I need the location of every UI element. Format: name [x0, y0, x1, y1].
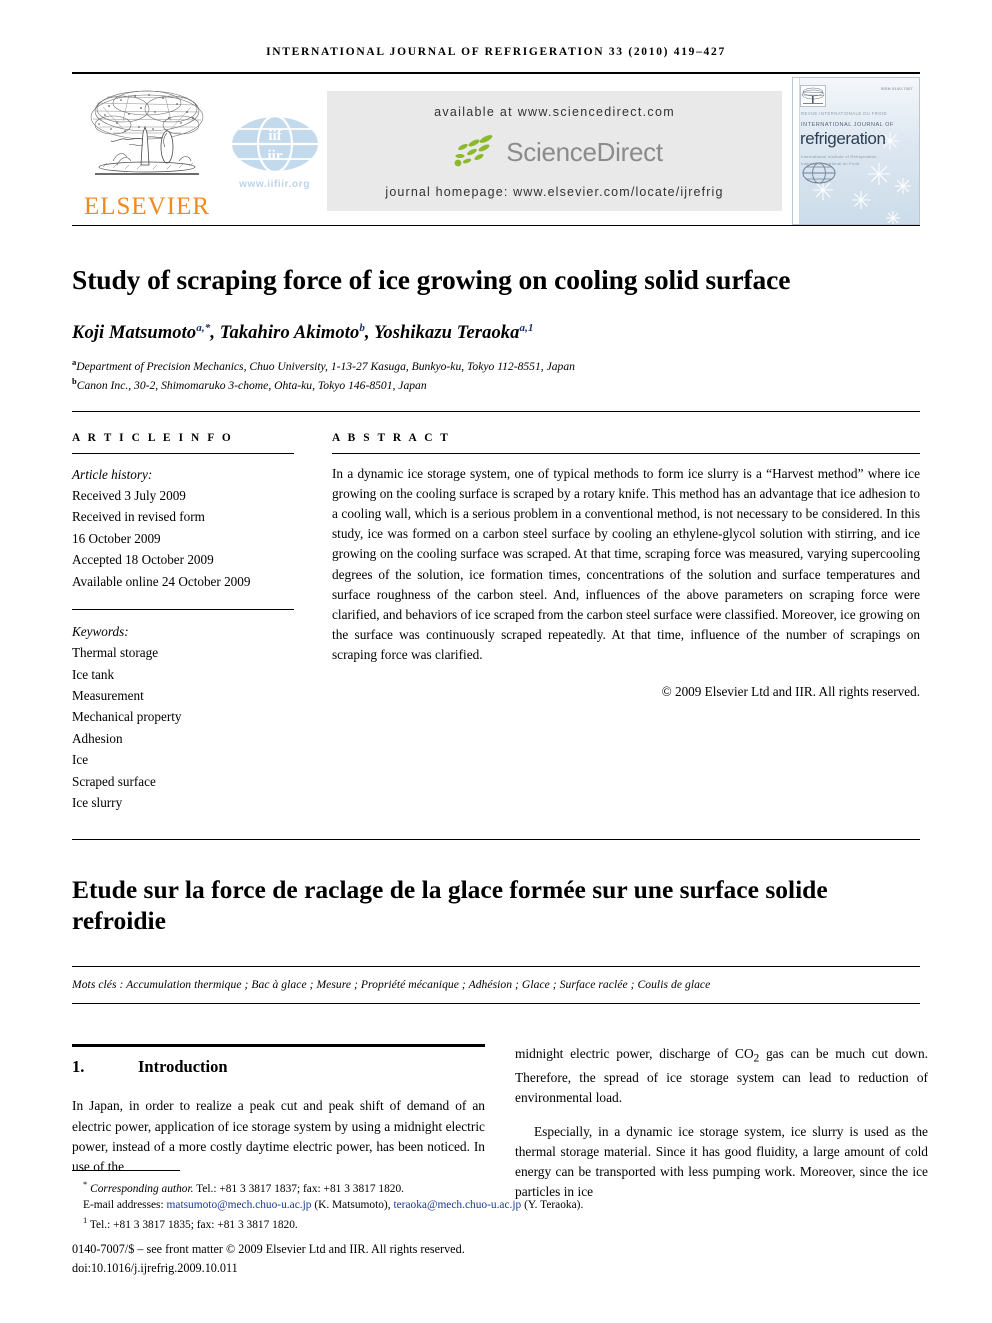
doi-line: doi:10.1016/j.ijrefrig.2009.10.011	[72, 1260, 238, 1275]
section-heading-rule	[72, 1044, 485, 1048]
cover-revue-line: REVUE INTERNATIONALE DU FROID	[801, 111, 888, 116]
journal-homepage-text: journal homepage: www.elsevier.com/locat…	[385, 185, 724, 199]
affiliation-b: bCanon Inc., 30-2, Shimomaruko 3-chome, …	[72, 375, 920, 394]
abstract-text: In a dynamic ice storage system, one of …	[332, 465, 920, 663]
footnote-rule	[72, 1169, 180, 1171]
globe-icon: iif iir	[229, 114, 320, 174]
sciencedirect-banner: available at www.sciencedirect.com Scien…	[327, 91, 782, 211]
footnote-corresponding: * Corresponding author. Tel.: +81 3 3817…	[72, 1178, 920, 1197]
corresponding-author-tel: Tel.: +81 3 3817 1837; fax: +81 3 3817 1…	[193, 1182, 405, 1195]
email-link-matsumoto[interactable]: matsumoto@mech.chuo-u.ac.jp	[167, 1199, 312, 1211]
affiliation-b-text: Canon Inc., 30-2, Shimomaruko 3-chome, O…	[76, 378, 427, 392]
intro-paragraph-left: In Japan, in order to realize a peak cut…	[72, 1098, 485, 1174]
email-link-teraoka[interactable]: teraoka@mech.chuo-u.ac.jp	[393, 1199, 521, 1211]
footnotes: * Corresponding author. Tel.: +81 3 3817…	[72, 1169, 920, 1277]
article-info-column: A R T I C L E I N F O Article history: R…	[72, 432, 294, 814]
keyword-item: Mechanical property	[72, 709, 182, 725]
sciencedirect-logo: ScienceDirect	[446, 132, 663, 172]
email-owner-2: (Y. Teraoka).	[524, 1199, 584, 1212]
article-info-heading: A R T I C L E I N F O	[72, 431, 234, 444]
author-1-marker: a,*	[196, 322, 211, 335]
history-item: Received 3 July 2009	[72, 488, 186, 503]
author-list: Koji Matsumotoa,*, Takahiro Akimotob, Yo…	[72, 322, 534, 344]
keywords-rule	[72, 608, 294, 610]
history-item: 16 October 2009	[72, 530, 161, 546]
elsevier-wordmark: ELSEVIER	[83, 193, 211, 220]
running-head: INTERNATIONAL JOURNAL OF REFRIGERATION 3…	[266, 46, 726, 58]
affiliation-a: aDepartment of Precision Mechanics, Chuo…	[72, 356, 920, 375]
cover-elsevier-logo-icon	[800, 85, 826, 107]
email-owner-1: (K. Matsumoto),	[314, 1199, 391, 1212]
section-number: 1.	[72, 1057, 85, 1077]
elsevier-logo: ELSEVIER	[72, 77, 222, 225]
abstract-bottom-divider	[72, 839, 920, 841]
issn-frontmatter-line: 0140-7007/$ – see front matter © 2009 El…	[72, 1242, 465, 1257]
elsevier-tree-icon	[86, 83, 208, 183]
author-3: Yoshikazu Teraoka	[374, 323, 520, 344]
corresponding-author-label: Corresponding author.	[90, 1182, 194, 1195]
abstract-rule	[332, 452, 920, 454]
abstract-column: A B S T R A C T In a dynamic ice storage…	[332, 432, 920, 814]
iifiir-logo: iif iir www.iifiir.org	[222, 77, 327, 225]
affiliation-a-text: Department of Precision Mechanics, Chuo …	[76, 359, 575, 373]
cover-iir-globe-icon	[802, 162, 836, 184]
section-heading: 1. Introduction	[72, 1057, 485, 1077]
svg-text:iir: iir	[267, 148, 282, 164]
info-abstract-section: A R T I C L E I N F O Article history: R…	[72, 432, 920, 814]
journal-cover-thumbnail: ISSN 0140-7007 REVUE INTERNATIONALE DU F…	[792, 77, 920, 225]
keyword-item: Ice slurry	[72, 794, 123, 810]
keyword-item: Scraped surface	[72, 773, 156, 789]
cover-ij-line: INTERNATIONAL JOURNAL OF	[801, 122, 894, 128]
co2-prefix: midnight electric power, discharge of CO	[515, 1046, 754, 1062]
author-2: Takahiro Akimoto	[219, 323, 360, 344]
keyword-item: Ice	[72, 752, 89, 768]
cover-subline-1: International Institute of Refrigeration	[801, 154, 877, 159]
author-3-marker: a,1	[519, 322, 534, 335]
iifiir-url: www.iifiir.org	[239, 179, 310, 190]
abstract-heading: A B S T R A C T	[332, 431, 451, 444]
paper-page: INTERNATIONAL JOURNAL OF REFRIGERATION 3…	[0, 0, 992, 1323]
masthead-bottom-divider	[72, 225, 920, 226]
sciencedirect-available-text: available at www.sciencedirect.com	[434, 105, 675, 119]
cover-issn: ISSN 0140-7007	[880, 86, 913, 91]
page-title: Study of scraping force of ice growing o…	[72, 264, 791, 295]
section-title: Introduction	[138, 1057, 228, 1077]
header-divider	[72, 72, 920, 74]
french-title-divider	[72, 966, 920, 968]
cover-title: refrigeration	[800, 129, 886, 148]
article-info-rule	[72, 452, 294, 454]
title-block-divider	[72, 410, 920, 412]
french-bottom-divider	[72, 1003, 920, 1005]
footnote-asterisk-marker: *	[83, 1178, 88, 1189]
keyword-item: Measurement	[72, 688, 144, 703]
keyword-item: Ice tank	[72, 666, 115, 682]
french-keywords: Mots clés : Accumulation thermique ; Bac…	[72, 978, 711, 992]
keyword-item: Adhesion	[72, 730, 123, 746]
footnote-note-1: 1 Tel.: +81 3 3817 1835; fax: +81 3 3817…	[72, 1214, 920, 1233]
history-item: Accepted 18 October 2009	[72, 552, 214, 568]
footnote-emails: E-mail addresses: matsumoto@mech.chuo-u.…	[72, 1197, 920, 1214]
history-item: Received in revised form	[72, 509, 205, 525]
svg-text:iif: iif	[268, 128, 282, 144]
keywords-label: Keywords:	[72, 623, 129, 639]
sciencedirect-wordmark: ScienceDirect	[506, 136, 663, 167]
cover-subline-2: Institut International du Froid	[801, 161, 860, 166]
abstract-copyright: © 2009 Elsevier Ltd and IIR. All rights …	[661, 683, 920, 699]
footnote-1-text: Tel.: +81 3 3817 1835; fax: +81 3 3817 1…	[87, 1218, 298, 1231]
email-addresses-label: E-mail addresses:	[83, 1199, 164, 1212]
affiliation-list: aDepartment of Precision Mechanics, Chuo…	[72, 356, 920, 394]
author-1: Koji Matsumoto	[72, 323, 197, 344]
author-2-marker: b	[359, 322, 365, 335]
keyword-item: Thermal storage	[72, 645, 159, 661]
masthead: ELSEVIER iif iir www.iifiir.org availabl…	[72, 77, 920, 225]
intro-paragraph-right-continued: midnight electric power, discharge of CO…	[515, 1044, 928, 1108]
sciencedirect-leaf-icon	[454, 135, 493, 167]
article-history-label: Article history:	[72, 466, 153, 482]
french-title: Etude sur la force de raclage de la glac…	[72, 875, 828, 936]
history-item: Available online 24 October 2009	[72, 573, 251, 589]
cover-spine	[793, 78, 800, 224]
